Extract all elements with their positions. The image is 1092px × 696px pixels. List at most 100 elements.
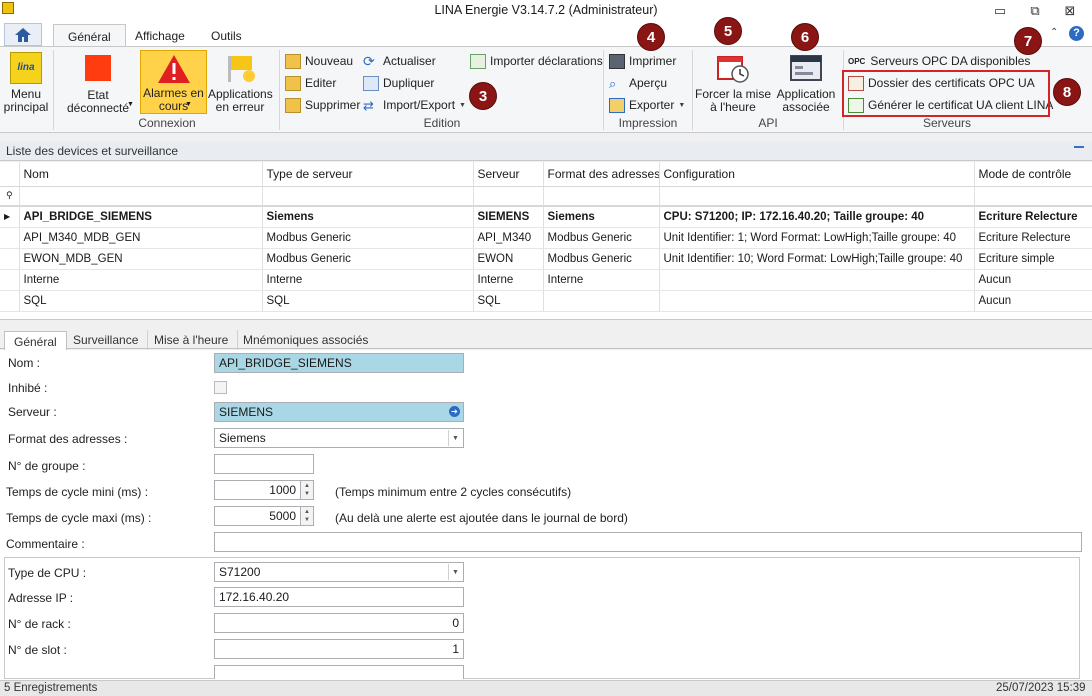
restore-button[interactable]: ⧉ [1020,2,1050,20]
application-window-icon [790,55,822,81]
imprimer-label: Imprimer [629,54,677,68]
menu-principal-button[interactable]: lina Menu principal [2,50,50,114]
cell-configuration [659,269,975,291]
partial-field[interactable] [214,665,464,679]
nouveau-button[interactable]: Nouveau [285,51,353,71]
tab-affichage[interactable]: Affichage [121,24,199,47]
editer-label: Editer [305,76,337,90]
close-button[interactable]: ⊠ [1055,2,1085,20]
group-label-impression: Impression [618,116,678,130]
row-indicator-header [0,162,20,187]
spin-up-icon: ▲ [304,483,310,489]
cell-format: Interne [543,269,660,291]
pin-icon[interactable] [1074,146,1084,150]
table-row[interactable]: API_M340_MDB_GEN Modbus Generic API_M340 Mo… [0,227,1092,249]
chevron-down-icon: ▼ [678,101,686,109]
importer-declarations-button[interactable]: Importer déclarations [470,51,603,71]
supprimer-button[interactable]: Supprimer [285,95,360,115]
cell-serveur: Interne [473,269,544,291]
devices-grid: Nom Type de serveur Serveur Format des a… [0,162,1092,320]
apercu-label: Aperçu [629,76,668,90]
applications-erreur-button[interactable]: Applications en erreur [208,50,273,114]
cell-mode: Aucun [974,290,1092,312]
column-header-format[interactable]: Format des adresses [543,162,660,187]
tab-mise-a-lheure[interactable]: Mise à l'heure [145,330,239,350]
navigate-arrow-icon[interactable]: ➔ [449,406,460,417]
serveur-field[interactable]: SIEMENS [214,402,464,422]
exporter-button[interactable]: Exporter ▼ [609,95,685,115]
cell-configuration: Unit Identifier: 10; Word Format: LowHig… [659,248,975,270]
exporter-label: Exporter [629,98,675,112]
format-select[interactable]: Siemens ▼ [214,428,464,448]
chevron-down-icon: ▼ [448,430,462,446]
application-associee-button[interactable]: Application associée [772,50,840,114]
serveurs-opc-da-button[interactable]: OPC Serveurs OPC DA disponibles [848,51,1030,71]
supprimer-label: Supprimer [305,98,361,112]
chevron-down-icon: ▼ [127,101,134,108]
column-header-nom[interactable]: Nom [19,162,263,187]
editer-button[interactable]: Editer [285,73,336,93]
column-header-type[interactable]: Type de serveur [262,162,474,187]
annotation-badge-5: 5 [714,17,742,45]
column-header-mode[interactable]: Mode de contrôle [974,162,1092,187]
disconnected-icon [85,55,111,81]
filter-cell[interactable] [659,186,975,207]
cycle-mini-field[interactable]: 1000 [214,480,301,500]
help-icon[interactable]: ? [1069,26,1084,41]
filter-row: ⚲ [0,186,1092,207]
cycle-mini-spinner[interactable]: ▲ ▼ [301,480,314,500]
imprimer-button[interactable]: Imprimer [609,51,676,71]
warning-icon [157,55,190,83]
ip-field[interactable]: 172.16.40.20 [214,587,464,607]
cycle-maxi-spinner[interactable]: ▲ ▼ [301,506,314,526]
tab-mnemoniques[interactable]: Mnémoniques associés [234,330,377,350]
column-header-configuration[interactable]: Configuration [659,162,975,187]
groupe-field[interactable] [214,454,314,474]
menu-principal-label: Menu principal [3,87,49,114]
table-row[interactable]: Interne Interne Interne Interne Aucun [0,269,1092,291]
table-row[interactable]: SQL SQL SQL Aucun [0,290,1092,312]
table-header-row: Nom Type de serveur Serveur Format des a… [0,162,1092,187]
slot-label: N° de slot : [8,643,67,657]
cell-configuration [659,290,975,312]
apercu-button[interactable]: ⌕ Aperçu [609,73,667,93]
dupliquer-button[interactable]: Dupliquer [363,73,434,93]
cycle-maxi-field[interactable]: 5000 [214,506,301,526]
cpu-value: S71200 [219,565,261,579]
actualiser-button[interactable]: ⟳ Actualiser [363,51,436,71]
inhibe-checkbox[interactable] [214,381,227,394]
commentaire-field[interactable] [214,532,1082,552]
cell-serveur: API_M340 [473,227,544,249]
home-button[interactable] [4,23,42,46]
filter-cell[interactable] [974,186,1092,207]
tab-outils[interactable]: Outils [197,24,256,47]
separator [53,50,54,130]
collapse-ribbon-icon[interactable]: ⌃ [1050,27,1058,38]
alarmes-button[interactable]: Alarmes en cours [140,50,207,114]
cell-nom: API_M340_MDB_GEN [19,227,263,249]
filter-cell[interactable] [262,186,474,207]
table-row[interactable]: ▶ API_BRIDGE_SIEMENS Siemens SIEMENS Siemen… [0,205,1092,228]
tab-detail-general[interactable]: Général [4,331,67,351]
annotation-badge-8: 8 [1053,78,1081,106]
cell-nom: API_BRIDGE_SIEMENS [19,205,263,228]
row-indicator [0,290,20,312]
filter-cell[interactable] [543,186,660,207]
tab-general[interactable]: Général [53,24,126,48]
filter-cell[interactable] [19,186,263,207]
import-export-button[interactable]: ⇄ Import/Export ▼ [363,95,466,115]
rack-field[interactable]: 0 [214,613,464,633]
chevron-down-icon: ▼ [185,101,192,108]
cpu-select[interactable]: S71200 ▼ [214,562,464,582]
minimize-button[interactable]: ▭ [985,2,1015,20]
slot-field[interactable]: 1 [214,639,464,659]
forcer-mise-heure-button[interactable]: Forcer la mise à l'heure [694,50,772,114]
filter-cell[interactable] [473,186,544,207]
column-header-serveur[interactable]: Serveur [473,162,544,187]
cycle-mini-label: Temps de cycle mini (ms) : [6,485,149,499]
tab-surveillance[interactable]: Surveillance [64,330,149,350]
table-row[interactable]: EWON_MDB_GEN Modbus Generic EWON Modbus Gen… [0,248,1092,270]
spin-down-icon: ▼ [304,491,310,497]
etat-deconnecte-button[interactable]: Etat déconnecté [58,50,138,115]
nom-field[interactable]: API_BRIDGE_SIEMENS [214,353,464,373]
